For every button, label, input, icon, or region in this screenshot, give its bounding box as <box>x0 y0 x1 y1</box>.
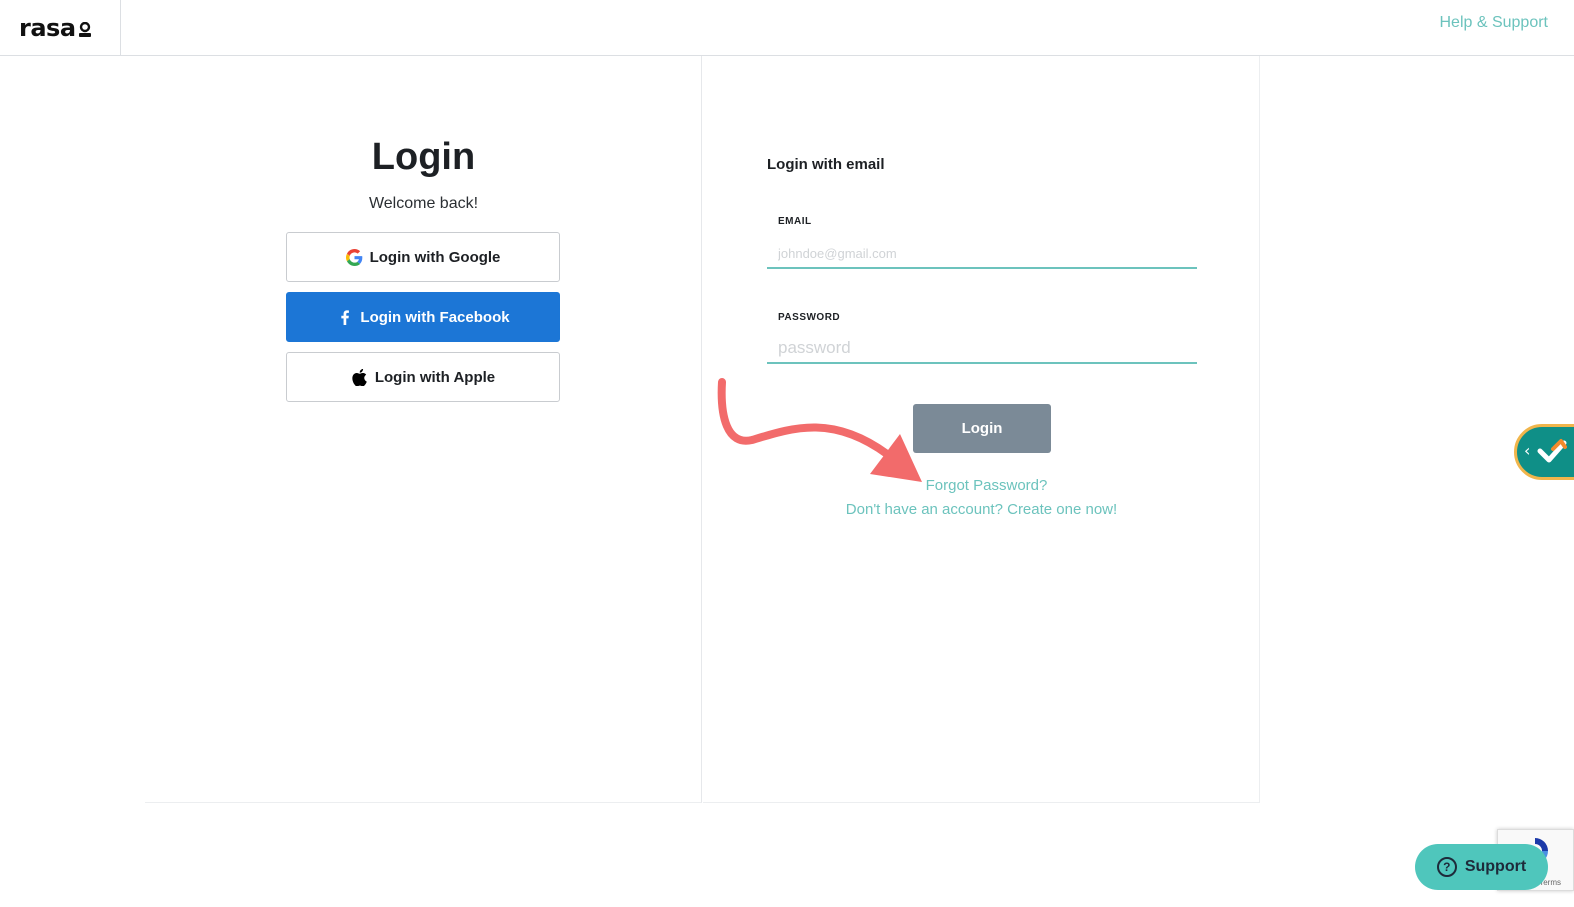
widget-logo-icon <box>1537 439 1567 463</box>
welcome-subtitle: Welcome back! <box>368 195 479 212</box>
login-with-google-button[interactable]: Login with Google <box>286 232 560 282</box>
logo-mark-icon <box>78 21 91 37</box>
help-support-link[interactable]: Help & Support <box>1439 14 1548 32</box>
side-widget-tab[interactable]: ‹ <box>1514 424 1574 480</box>
google-button-label: Login with Google <box>369 248 501 266</box>
chevron-left-icon: ‹ <box>1524 441 1531 460</box>
email-login-heading: Login with email <box>767 156 885 173</box>
password-field[interactable] <box>767 334 1197 364</box>
password-label: PASSWORD <box>778 312 841 323</box>
email-label: EMAIL <box>778 216 812 227</box>
support-button-label: Support <box>1464 858 1527 875</box>
login-with-apple-button[interactable]: Login with Apple <box>286 352 560 402</box>
logo-container[interactable]: rasa <box>0 0 121 55</box>
logo[interactable]: rasa <box>19 14 92 42</box>
email-field[interactable] <box>767 239 1197 269</box>
apple-button-label: Login with Apple <box>374 368 496 386</box>
annotation-arrow-icon <box>717 378 922 482</box>
support-button[interactable]: ? Support <box>1415 844 1548 890</box>
create-account-link[interactable]: Don't have an account? Create one now! <box>703 501 1260 518</box>
login-button[interactable]: Login <box>913 404 1051 453</box>
login-with-facebook-button[interactable]: Login with Facebook <box>286 292 560 342</box>
facebook-button-label: Login with Facebook <box>360 308 510 326</box>
top-bar: rasa Help & Support <box>0 0 1574 56</box>
facebook-icon <box>336 308 354 326</box>
apple-icon <box>351 368 369 386</box>
social-login-panel: Login Welcome back! Login with Google Lo… <box>145 56 702 803</box>
google-icon <box>346 248 364 266</box>
logo-text: rasa <box>19 13 76 42</box>
page-title: Login <box>371 136 476 178</box>
help-circle-icon: ? <box>1436 857 1457 877</box>
